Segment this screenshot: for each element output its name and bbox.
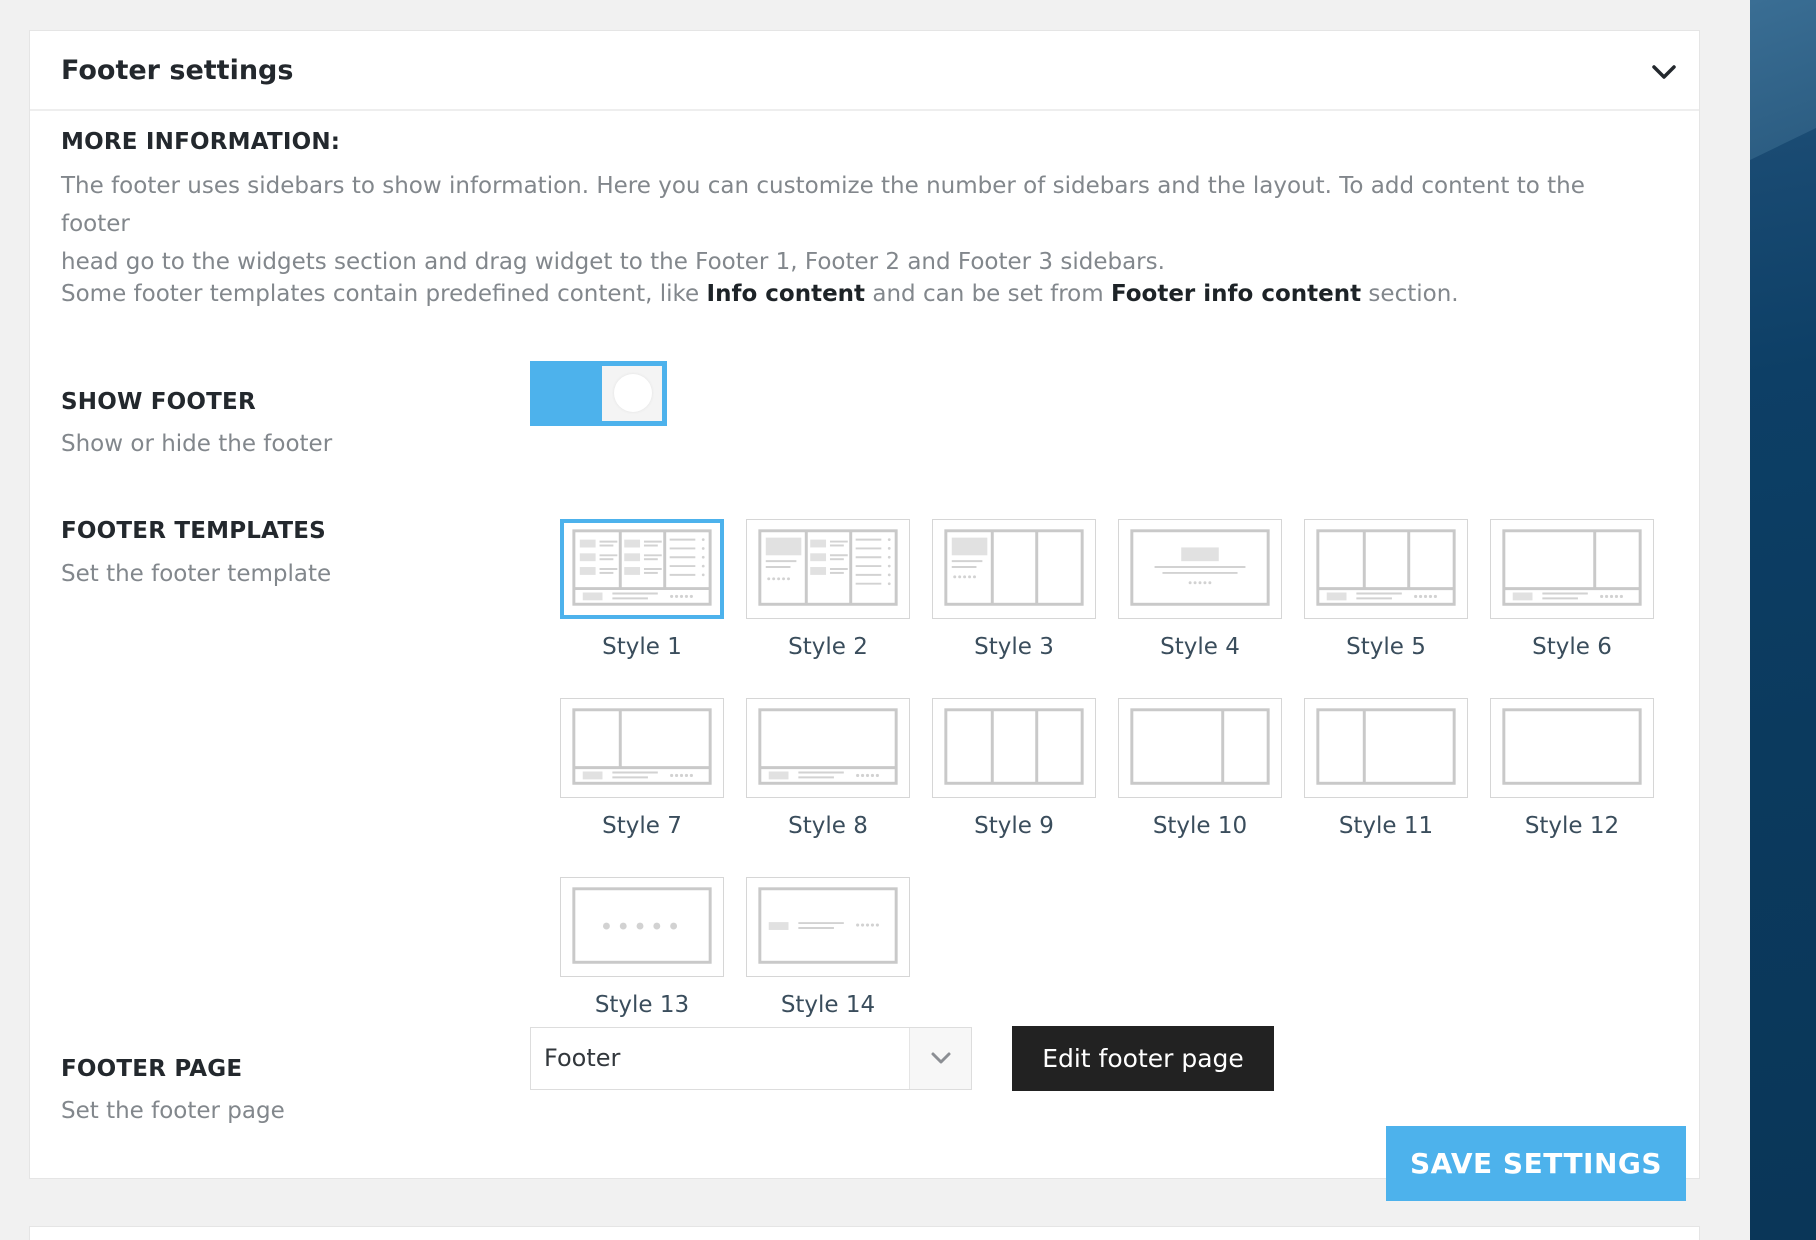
info-content-term: Info content <box>706 281 866 307</box>
footer-page-description: Set the footer page <box>61 1098 285 1124</box>
show-footer-label: SHOW FOOTER <box>61 389 256 415</box>
footer-template-style-12[interactable] <box>1490 698 1654 798</box>
footer-template-label[interactable]: Style 3 <box>932 634 1096 660</box>
template-preview-icon <box>1130 708 1270 785</box>
info-line-1: The footer uses sidebars to show informa… <box>61 173 1585 237</box>
footer-template-label[interactable]: Style 12 <box>1490 813 1654 839</box>
select-arrow-box[interactable] <box>909 1028 971 1089</box>
footer-template-label[interactable]: Style 1 <box>560 634 724 660</box>
footer-template-label[interactable]: Style 10 <box>1118 813 1282 839</box>
show-footer-toggle[interactable] <box>530 361 667 426</box>
template-preview-icon <box>944 529 1084 606</box>
chevron-down-icon[interactable] <box>1647 55 1681 89</box>
footer-template-style-3[interactable] <box>932 519 1096 619</box>
footer-template-label[interactable]: Style 8 <box>746 813 910 839</box>
toggle-knob[interactable] <box>602 366 662 421</box>
footer-page-label: FOOTER PAGE <box>61 1056 243 1082</box>
template-preview-icon <box>1316 708 1456 785</box>
footer-template-style-14[interactable] <box>746 877 910 977</box>
footer-templates-label: FOOTER TEMPLATES <box>61 518 326 544</box>
footer-template-style-11[interactable] <box>1304 698 1468 798</box>
footer-template-label[interactable]: Style 14 <box>746 992 910 1018</box>
note-text-2: and can be set from <box>865 281 1111 307</box>
footer-template-label[interactable]: Style 7 <box>560 813 724 839</box>
template-preview-icon <box>758 708 898 785</box>
footer-page-select[interactable]: Footer <box>530 1027 972 1090</box>
more-information-heading: MORE INFORMATION: <box>61 129 341 155</box>
template-preview-icon <box>1502 708 1642 785</box>
footer-template-style-5[interactable] <box>1304 519 1468 619</box>
template-preview-icon <box>758 529 898 606</box>
template-preview-icon <box>1316 529 1456 606</box>
chevron-down-icon <box>931 1052 951 1064</box>
footer-template-style-10[interactable] <box>1118 698 1282 798</box>
template-preview-icon <box>944 708 1084 785</box>
predefined-content-note: Some footer templates contain predefined… <box>61 275 1661 313</box>
footer-template-style-13[interactable] <box>560 877 724 977</box>
note-text-3: section. <box>1361 281 1459 307</box>
panel-title: Footer settings <box>61 55 294 86</box>
footer-template-label[interactable]: Style 6 <box>1490 634 1654 660</box>
footer-info-content-term: Footer info content <box>1110 281 1362 307</box>
footer-template-style-4[interactable] <box>1118 519 1282 619</box>
footer-template-label[interactable]: Style 13 <box>560 992 724 1018</box>
template-preview-icon <box>572 708 712 785</box>
footer-template-label[interactable]: Style 9 <box>932 813 1096 839</box>
footer-template-label[interactable]: Style 2 <box>746 634 910 660</box>
footer-page-selected-value: Footer <box>544 1044 621 1072</box>
footer-template-style-2[interactable] <box>746 519 910 619</box>
background-stripe <box>1750 0 1816 160</box>
footer-template-style-6[interactable] <box>1490 519 1654 619</box>
footer-template-style-8[interactable] <box>746 698 910 798</box>
note-text-1: Some footer templates contain predefined… <box>61 281 707 307</box>
footer-template-label[interactable]: Style 5 <box>1304 634 1468 660</box>
template-preview-icon <box>572 529 712 606</box>
save-settings-button[interactable]: SAVE SETTINGS <box>1386 1126 1686 1201</box>
edit-footer-page-button[interactable]: Edit footer page <box>1012 1026 1274 1091</box>
footer-templates-description: Set the footer template <box>61 561 332 587</box>
footer-template-style-1[interactable] <box>560 519 724 619</box>
template-preview-icon <box>758 887 898 964</box>
panel-header[interactable]: Footer settings <box>30 31 1699 111</box>
footer-template-style-9[interactable] <box>932 698 1096 798</box>
template-preview-icon <box>1130 529 1270 606</box>
show-footer-description: Show or hide the footer <box>61 431 333 457</box>
template-preview-icon <box>1502 529 1642 606</box>
footer-template-style-7[interactable] <box>560 698 724 798</box>
next-panel <box>29 1226 1700 1240</box>
admin-background-panel <box>1750 0 1816 1240</box>
more-information-text: The footer uses sidebars to show informa… <box>61 167 1661 281</box>
footer-template-label[interactable]: Style 4 <box>1118 634 1282 660</box>
footer-template-label[interactable]: Style 11 <box>1304 813 1468 839</box>
template-preview-icon <box>572 887 712 964</box>
